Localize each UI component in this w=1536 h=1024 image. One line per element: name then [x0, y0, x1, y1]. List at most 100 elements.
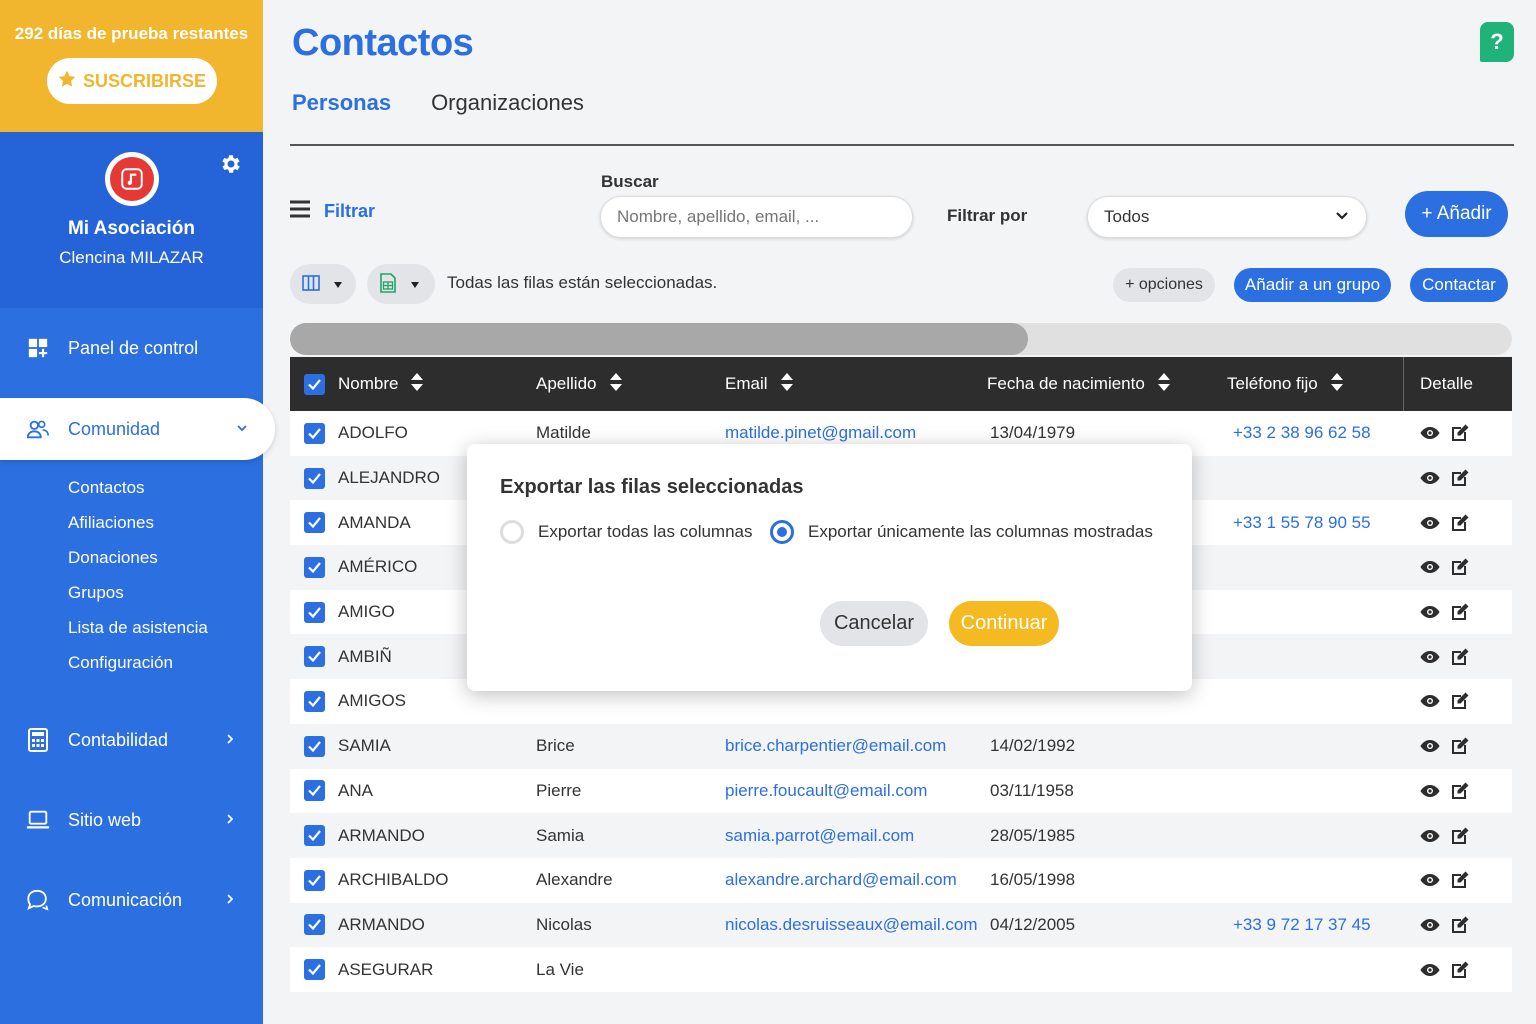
options-button[interactable]: + opciones [1113, 268, 1215, 302]
filter-by-select[interactable]: Todos [1087, 196, 1367, 238]
eye-icon[interactable] [1420, 829, 1440, 843]
spreadsheet-icon [379, 272, 397, 296]
eye-icon[interactable] [1420, 471, 1440, 485]
horizontal-scrollbar[interactable] [290, 323, 1512, 355]
cell-nombre: ARMANDO [338, 914, 425, 934]
filter-button[interactable]: Filtrar [290, 200, 375, 223]
tab-personas[interactable]: Personas [292, 90, 391, 116]
subscribe-button[interactable]: SUSCRIBIRSE [46, 58, 217, 104]
cell-email-link[interactable]: brice.charpentier@email.com [725, 724, 946, 769]
edit-icon[interactable] [1450, 557, 1470, 577]
edit-icon[interactable] [1450, 960, 1470, 980]
add-button[interactable]: + Añadir [1405, 191, 1508, 237]
nav-item-dashboard[interactable]: Panel de control [0, 308, 263, 388]
submenu-grupos[interactable]: Grupos [68, 575, 263, 610]
columns-dropdown[interactable] [290, 264, 356, 304]
sort-icon [1330, 372, 1344, 397]
edit-icon[interactable] [1450, 423, 1470, 443]
edit-icon[interactable] [1450, 781, 1470, 801]
row-checkbox[interactable] [304, 947, 325, 992]
cancel-button[interactable]: Cancelar [820, 601, 928, 646]
edit-icon[interactable] [1450, 513, 1470, 533]
contact-button[interactable]: Contactar [1410, 268, 1508, 302]
cell-email-link[interactable]: pierre.foucault@email.com [725, 769, 927, 814]
gear-icon[interactable] [219, 152, 243, 181]
add-to-group-button[interactable]: Añadir a un grupo [1234, 268, 1391, 302]
column-header-fecha[interactable]: Fecha de nacimiento [987, 357, 1171, 411]
row-checkbox[interactable] [304, 456, 325, 501]
cell-email-link[interactable]: alexandre.archard@email.com [725, 858, 957, 903]
continue-button[interactable]: Continuar [949, 601, 1059, 646]
cell-email-link[interactable]: nicolas.desruisseaux@email.com [725, 903, 978, 948]
eye-icon[interactable] [1420, 426, 1440, 440]
eye-icon[interactable] [1420, 605, 1440, 619]
edit-icon[interactable] [1450, 826, 1470, 846]
eye-icon[interactable] [1420, 560, 1440, 574]
edit-icon[interactable] [1450, 602, 1470, 622]
row-checkbox[interactable] [304, 858, 325, 903]
row-actions [1420, 634, 1470, 679]
row-checkbox[interactable] [304, 411, 325, 456]
row-checkbox[interactable] [304, 634, 325, 679]
column-header-apellido[interactable]: Apellido [536, 357, 623, 411]
row-checkbox[interactable] [304, 903, 325, 948]
eye-icon[interactable] [1420, 516, 1440, 530]
nav-item-website[interactable]: Sitio web [0, 780, 263, 860]
edit-icon[interactable] [1450, 691, 1470, 711]
eye-icon[interactable] [1420, 784, 1440, 798]
row-checkbox[interactable] [304, 813, 325, 858]
row-actions [1420, 724, 1470, 769]
cell-nombre: ARCHIBALDO [338, 870, 449, 890]
select-all-checkbox[interactable] [304, 357, 325, 411]
export-dropdown[interactable] [367, 264, 435, 304]
eye-icon[interactable] [1420, 873, 1440, 887]
eye-icon[interactable] [1420, 650, 1440, 664]
help-button[interactable]: ? [1480, 22, 1514, 62]
row-checkbox[interactable] [304, 590, 325, 635]
eye-icon[interactable] [1420, 739, 1440, 753]
org-name: Mi Asociación [67, 218, 196, 239]
submenu-configuracion[interactable]: Configuración [68, 645, 263, 680]
filter-by-label: Filtrar por [947, 206, 1028, 225]
submenu-donaciones[interactable]: Donaciones [68, 540, 263, 575]
eye-icon[interactable] [1420, 694, 1440, 708]
row-checkbox[interactable] [304, 724, 325, 769]
nav-item-communication[interactable]: Comunicación [0, 860, 263, 940]
export-all-columns-radio[interactable]: Exportar todas las columnas [500, 520, 753, 544]
column-header-telefono[interactable]: Teléfono fijo [1227, 357, 1344, 411]
eye-icon[interactable] [1420, 963, 1440, 977]
checkbox-checked-icon [304, 825, 325, 847]
row-checkbox[interactable] [304, 769, 325, 814]
eye-icon[interactable] [1420, 918, 1440, 932]
submenu-afiliaciones[interactable]: Afiliaciones [68, 505, 263, 540]
export-shown-columns-radio[interactable]: Exportar únicamente las columnas mostrad… [770, 520, 1153, 544]
submenu-asistencia[interactable]: Lista de asistencia [68, 610, 263, 645]
edit-icon[interactable] [1450, 468, 1470, 488]
nav-item-accounting[interactable]: Contabilidad [0, 700, 263, 780]
chevron-right-icon [223, 730, 237, 751]
search-input[interactable] [600, 196, 913, 238]
edit-icon[interactable] [1450, 736, 1470, 756]
cell-telefono-link[interactable]: +33 1 55 78 90 55 [1233, 500, 1371, 545]
submenu-contactos[interactable]: Contactos [68, 470, 263, 505]
cell-fecha: 28/05/1985 [990, 825, 1076, 845]
edit-icon[interactable] [1450, 915, 1470, 935]
column-header-email[interactable]: Email [725, 357, 794, 411]
row-checkbox[interactable] [304, 679, 325, 724]
edit-icon[interactable] [1450, 870, 1470, 890]
cell-telefono-link[interactable]: +33 9 72 17 37 45 [1233, 903, 1371, 948]
laptop-icon [26, 808, 50, 832]
cell-telefono-link[interactable]: +33 2 38 96 62 58 [1233, 411, 1371, 456]
column-header-nombre[interactable]: Nombre [338, 357, 424, 411]
table-row: ARMANDO Samia samia.parrot@email.com 28/05/… [290, 813, 1512, 858]
tab-organizaciones[interactable]: Organizaciones [431, 90, 584, 116]
filter-by-value: Todos [1104, 207, 1150, 226]
cell-email-link[interactable]: samia.parrot@email.com [725, 813, 914, 858]
nav-item-community[interactable]: Comunidad [0, 398, 275, 460]
row-checkbox[interactable] [304, 545, 325, 590]
checkbox-checked-icon [304, 373, 325, 395]
scrollbar-thumb[interactable] [290, 323, 1028, 355]
edit-icon[interactable] [1450, 647, 1470, 667]
row-checkbox[interactable] [304, 500, 325, 545]
column-header-detalle: Detalle [1403, 357, 1512, 411]
